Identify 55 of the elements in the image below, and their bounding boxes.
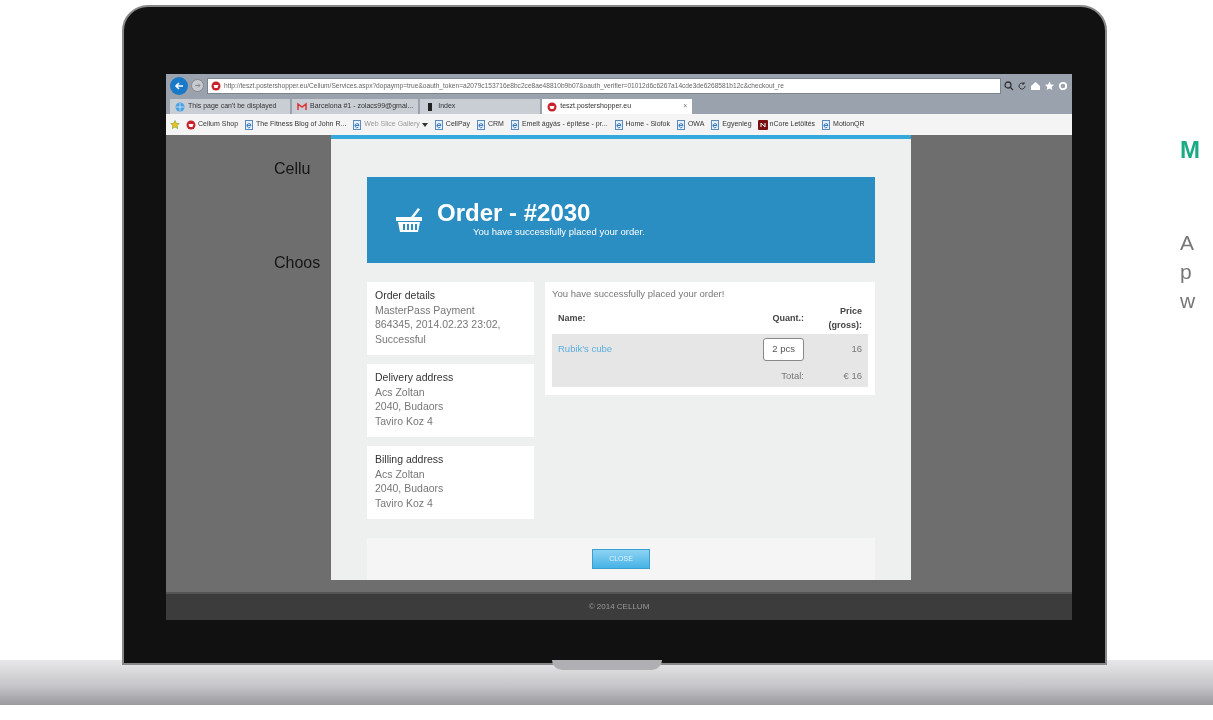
- price-cell: 16: [810, 334, 868, 365]
- section-text: w: [1180, 288, 1197, 314]
- back-arrow-icon: [174, 80, 184, 91]
- card-line: 2040, Budaors: [375, 481, 445, 496]
- web-page-icon: [433, 119, 444, 130]
- web-page-icon: [352, 119, 363, 130]
- web-page-icon: [675, 119, 686, 130]
- globe-icon: [175, 101, 185, 112]
- favorites-star-icon[interactable]: [170, 119, 180, 130]
- section-text: p: [1180, 259, 1193, 285]
- card-line: MasterPass Payment: [375, 302, 476, 317]
- dropdown-caret-icon[interactable]: [421, 122, 428, 127]
- card-line: 2040, Budaors: [375, 399, 445, 414]
- site-logo-text: Cellu: [274, 159, 312, 179]
- section-heading: M: [1180, 138, 1200, 162]
- total-label: Total:: [748, 364, 810, 387]
- order-title: Order - #2030: [437, 200, 592, 225]
- card-line: 864345, 2014.02.23 23:02,: [375, 317, 502, 332]
- web-page-icon: [710, 119, 721, 130]
- column-header: Quant.:: [748, 303, 810, 335]
- basket-icon: [395, 207, 423, 233]
- shop-logo-icon: [186, 119, 196, 130]
- search-icon[interactable]: [1004, 80, 1014, 91]
- web-page-icon: [821, 119, 832, 130]
- section-text: A: [1180, 230, 1195, 256]
- web-page-icon: [613, 119, 624, 130]
- app-logo-icon: [757, 119, 768, 130]
- star-icon[interactable]: [1044, 80, 1055, 91]
- home-icon[interactable]: [1030, 80, 1041, 91]
- forward-button-icon[interactable]: [191, 79, 204, 92]
- total-cell: € 16: [810, 364, 868, 387]
- card-heading: Order details: [375, 288, 437, 303]
- mail-icon: [297, 101, 307, 112]
- summary-message: You have successfully placed your order!: [552, 287, 726, 301]
- shop-logo-icon: [211, 80, 221, 91]
- web-page-icon: [476, 119, 486, 130]
- web-page-icon: [244, 119, 255, 130]
- refresh-icon[interactable]: [1017, 80, 1027, 91]
- back-button[interactable]: [170, 76, 188, 95]
- site-intro-text: Choos: [274, 253, 322, 273]
- shop-logo-icon: [547, 101, 558, 112]
- card-line: Taviro Koz 4: [375, 413, 434, 428]
- web-page-icon: [509, 119, 520, 130]
- card-heading: Delivery address: [375, 370, 455, 385]
- card-line: Successful: [375, 331, 427, 346]
- settings-icon[interactable]: [1058, 80, 1068, 91]
- column-header: Price (gross):: [810, 303, 868, 335]
- site-footer: © 2014 CELLUM: [166, 592, 1072, 620]
- column-header: Name:: [552, 303, 748, 335]
- card-line: Acs Zoltan: [375, 384, 426, 399]
- card-heading: Billing address: [375, 452, 445, 467]
- order-subtitle: You have successfully placed your order.: [472, 224, 645, 239]
- quantity-field[interactable]: 2 pcs: [763, 338, 804, 361]
- card-line: Taviro Koz 4: [375, 495, 434, 510]
- card-line: Acs Zoltan: [375, 466, 426, 481]
